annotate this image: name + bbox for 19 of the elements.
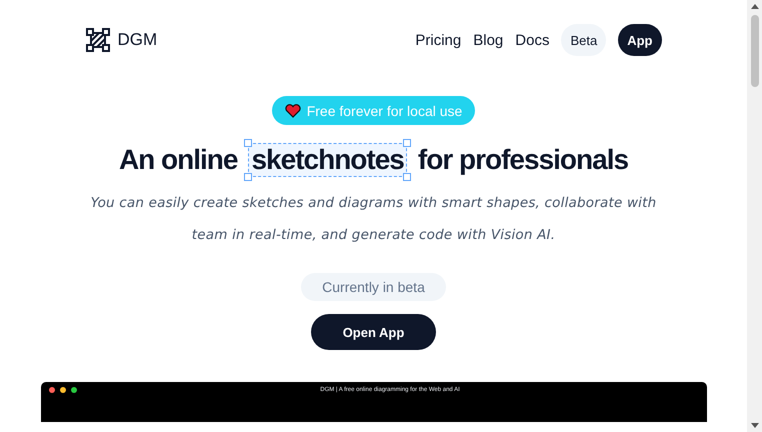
heart-icon (284, 104, 301, 118)
beta-status: Currently in beta (301, 273, 446, 301)
beta-link[interactable]: Beta (561, 24, 606, 56)
selected-word: sketchnotes (244, 139, 411, 181)
scrollbar[interactable] (747, 0, 762, 432)
brand-name: DGM (118, 30, 158, 50)
logo-icon (86, 28, 110, 52)
scroll-up-icon[interactable] (750, 4, 758, 9)
app-button[interactable]: App (618, 24, 662, 56)
scrollbar-thumb[interactable] (750, 15, 758, 87)
scroll-down-icon[interactable] (750, 423, 758, 428)
badge-text: Free forever for local use (306, 102, 462, 118)
nav-link[interactable]: Blog (473, 32, 504, 48)
open-app-button[interactable]: Open App (310, 314, 436, 350)
hero-subtitle: You can easily create sketches and diagrams with smart shapes, collaborate with team in real-time, and generate code with Vision AI. (90, 194, 658, 245)
headline-text: for professionals (418, 144, 628, 176)
nav-link[interactable]: Pricing (415, 32, 462, 48)
headline-text: An online (118, 144, 238, 176)
nav-link[interactable]: Docs (515, 32, 550, 48)
